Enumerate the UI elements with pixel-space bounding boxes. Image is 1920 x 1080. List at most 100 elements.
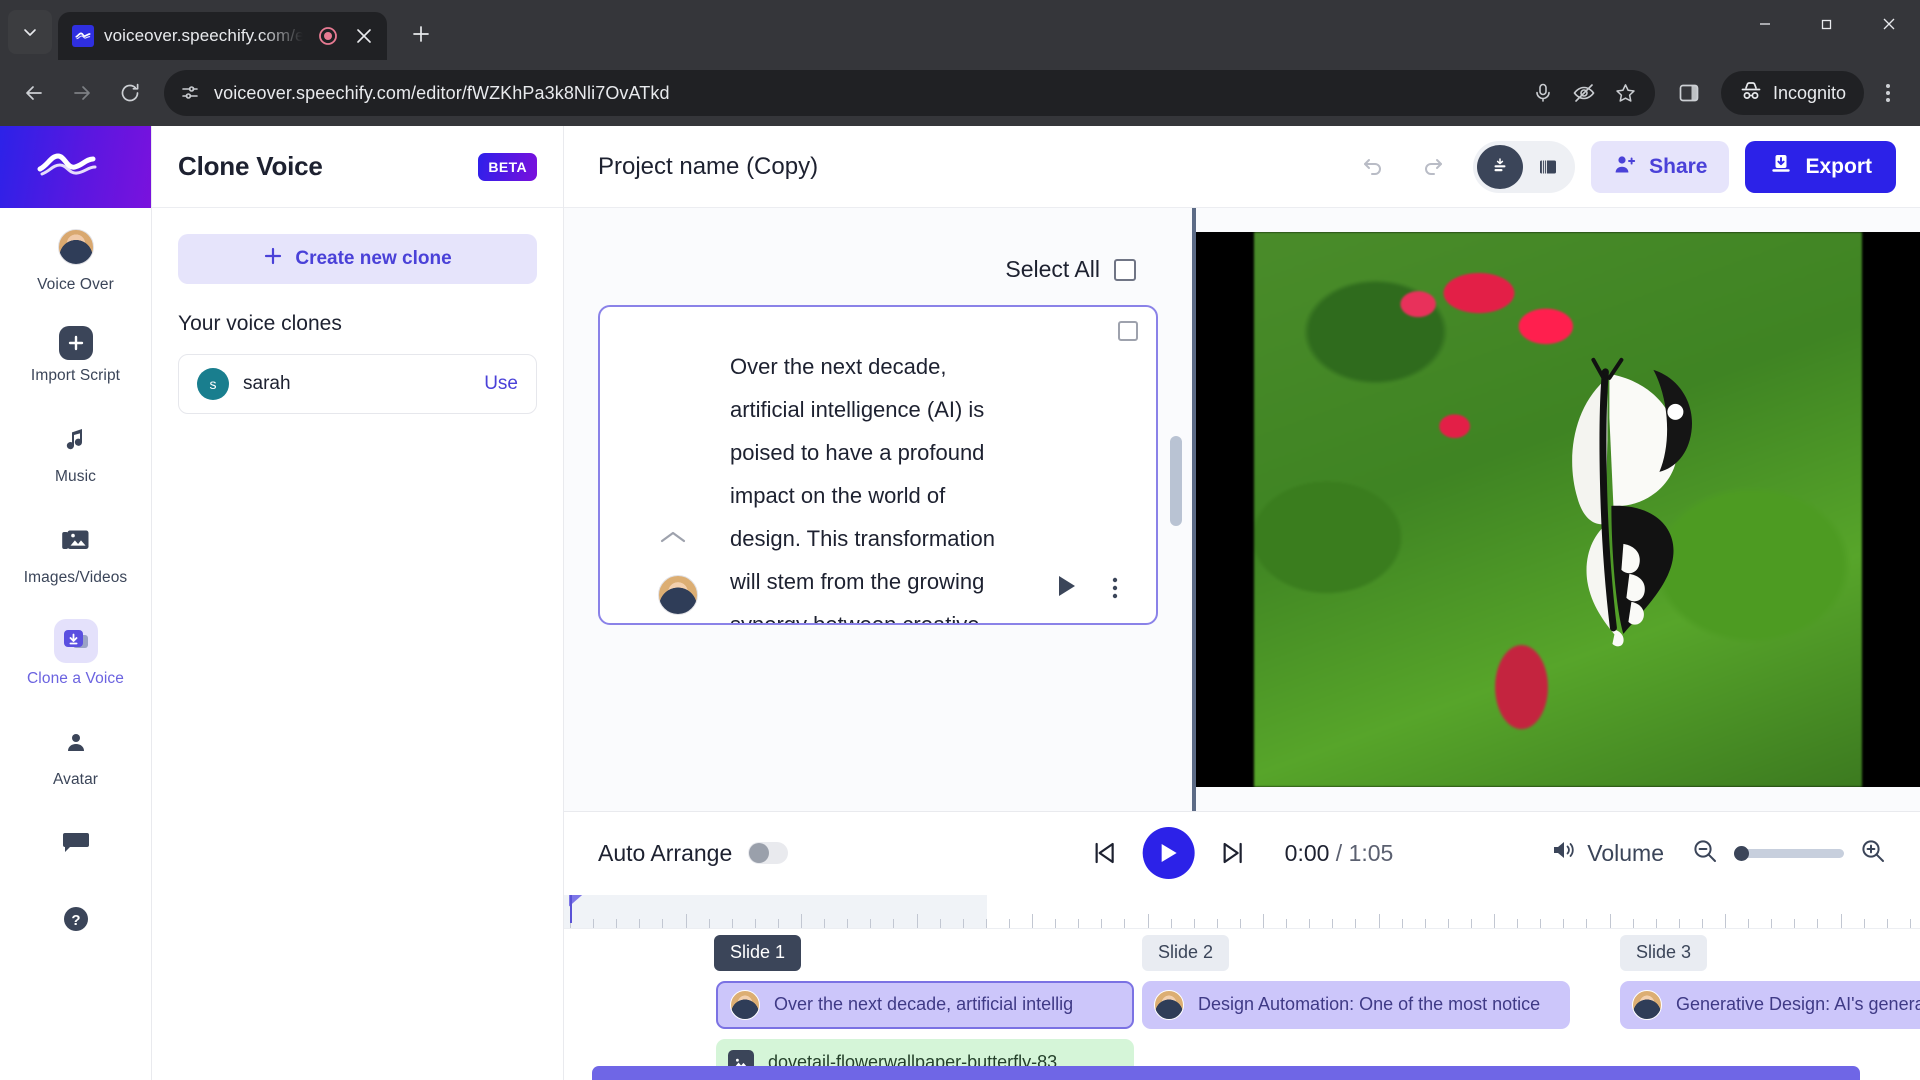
play-button[interactable] (1142, 827, 1195, 879)
timeline-active-range (564, 894, 987, 928)
play-icon[interactable] (1056, 574, 1078, 603)
help-circle-icon: ? (54, 897, 98, 941)
address-bar[interactable]: voiceover.speechify.com/editor/fWZKhPa3k… (164, 70, 1655, 116)
sidebar-item-images-videos[interactable]: Images/Videos (0, 501, 151, 602)
chevron-up-icon[interactable] (660, 529, 686, 550)
voice-clip[interactable]: Design Automation: One of the most notic… (1142, 980, 1570, 1029)
tab-strip: voiceover.speechify.com/e (0, 0, 1920, 60)
three-dot-menu-icon[interactable] (1112, 576, 1118, 605)
voice-clone-row[interactable]: s sarah Use (178, 354, 537, 414)
create-new-clone-button[interactable]: Create new clone (178, 234, 537, 284)
share-label: Share (1649, 154, 1708, 178)
auto-arrange-control[interactable]: Auto Arrange (598, 840, 789, 867)
create-new-clone-label: Create new clone (295, 248, 452, 269)
script-view-icon[interactable] (1477, 144, 1524, 189)
script-block-card[interactable]: Over the next decade, artificial intelli… (598, 305, 1158, 625)
maximize-icon[interactable] (1796, 0, 1858, 48)
select-all-row[interactable]: Select All (598, 208, 1158, 305)
beta-badge: BETA (478, 152, 537, 181)
share-person-icon (1613, 153, 1637, 181)
clone-avatar: s (197, 368, 229, 400)
clone-panel-header: Clone Voice BETA (152, 126, 563, 208)
sidebar-item-label: Images/Videos (23, 569, 128, 586)
sidebar-item-avatar[interactable]: Avatar (0, 703, 151, 804)
zoom-out-icon[interactable] (1692, 838, 1718, 869)
sidebar-item-label: Music (55, 468, 96, 485)
timeline-ruler[interactable]: 1m (564, 894, 1920, 929)
url-text: voiceover.speechify.com/editor/fWZKhPa3k… (214, 82, 670, 103)
video-preview-pane (1196, 208, 1920, 811)
recording-dot-icon[interactable] (315, 23, 341, 49)
new-tab-button[interactable] (401, 14, 441, 54)
minimize-icon[interactable] (1734, 0, 1796, 48)
script-block-voice-avatar[interactable] (658, 575, 698, 615)
incognito-profile-button[interactable]: Incognito (1720, 71, 1864, 115)
three-dot-menu-icon[interactable] (1868, 71, 1908, 115)
side-panel-icon[interactable] (1667, 71, 1711, 115)
timeline[interactable]: 1m Slide 1 Slide 2 Slide 3 Over the (564, 894, 1920, 1080)
clone-voice-panel: Clone Voice BETA Create new clone Your v… (152, 126, 564, 1080)
voice-avatar-icon (54, 225, 98, 269)
select-all-checkbox[interactable] (1114, 258, 1136, 281)
voice-clip[interactable]: Over the next decade, artificial intelli… (716, 980, 1134, 1029)
speechify-logo[interactable] (0, 126, 151, 208)
clip-label: Generative Design: AI's generative capa (1676, 994, 1920, 1014)
close-icon[interactable] (1858, 0, 1920, 48)
your-voice-clones-heading: Your voice clones (178, 312, 342, 335)
sidebar-item-label: Clone a Voice (27, 670, 124, 687)
slide-marker-3[interactable]: Slide 3 (1620, 934, 1708, 971)
browser-tab[interactable]: voiceover.speechify.com/e (58, 12, 387, 60)
export-button[interactable]: Export (1745, 140, 1896, 193)
sidebar-item-music[interactable]: Music (0, 400, 151, 501)
skip-back-icon[interactable] (1091, 840, 1117, 866)
voice-clip[interactable]: Generative Design: AI's generative capa (1620, 980, 1920, 1029)
slide-view-icon[interactable] (1525, 145, 1571, 189)
editor-main: Select All Over the next decade, artific… (564, 208, 1920, 811)
microphone-icon[interactable] (1532, 82, 1554, 104)
zoom-slider[interactable] (1734, 845, 1844, 861)
profile-label: Incognito (1772, 82, 1846, 103)
speaker-icon (1551, 838, 1577, 868)
voice-track[interactable]: Over the next decade, artificial intelli… (564, 977, 1920, 1035)
reload-icon[interactable] (108, 71, 152, 115)
sidebar-item-chat[interactable] (0, 804, 151, 880)
skip-forward-icon[interactable] (1221, 840, 1247, 866)
back-arrow-icon[interactable] (12, 71, 56, 115)
close-icon[interactable] (351, 23, 377, 49)
script-scrollbar[interactable] (1170, 436, 1182, 526)
clip-voice-avatar (1154, 989, 1184, 1020)
plus-square-icon (58, 326, 93, 360)
slide-marker-1[interactable]: Slide 1 (714, 934, 802, 971)
slide-marker-2[interactable]: Slide 2 (1142, 934, 1230, 971)
share-button[interactable]: Share (1591, 140, 1730, 193)
sidebar-item-clone-a-voice[interactable]: Clone a Voice (0, 602, 151, 703)
timeline-zoom-control[interactable] (1692, 838, 1886, 869)
eye-off-icon[interactable] (1572, 81, 1596, 105)
volume-control[interactable]: Volume (1551, 838, 1664, 868)
clip-voice-avatar (730, 989, 760, 1020)
export-label: Export (1805, 154, 1872, 178)
sidebar-item-import-script[interactable]: Import Script (0, 309, 151, 400)
forward-arrow-icon[interactable] (60, 71, 104, 115)
plus-icon (263, 246, 283, 272)
script-block-text[interactable]: Over the next decade, artificial intelli… (600, 307, 1000, 623)
time-separator: / (1335, 839, 1343, 866)
sidebar-item-voice-over[interactable]: Voice Over (0, 208, 151, 309)
tab-search-button[interactable] (8, 10, 52, 54)
use-clone-button[interactable]: Use (484, 373, 518, 395)
butterfly-graphic (1572, 358, 1693, 647)
sidebar-item-help[interactable]: ? (0, 880, 151, 956)
script-block-checkbox[interactable] (1118, 321, 1138, 341)
svg-text:?: ? (71, 912, 80, 929)
video-canvas[interactable] (1196, 232, 1920, 787)
redo-icon[interactable] (1411, 144, 1457, 190)
star-icon[interactable] (1614, 82, 1637, 105)
auto-arrange-toggle[interactable] (748, 842, 789, 864)
timeline-horizontal-scrollbar[interactable] (592, 1066, 1860, 1080)
project-name[interactable]: Project name (Copy) (598, 153, 818, 181)
undo-icon[interactable] (1349, 144, 1395, 190)
export-download-icon (1769, 153, 1793, 181)
view-mode-toggle[interactable] (1473, 140, 1576, 193)
zoom-in-icon[interactable] (1860, 838, 1886, 869)
permissions-icon[interactable] (180, 83, 200, 103)
